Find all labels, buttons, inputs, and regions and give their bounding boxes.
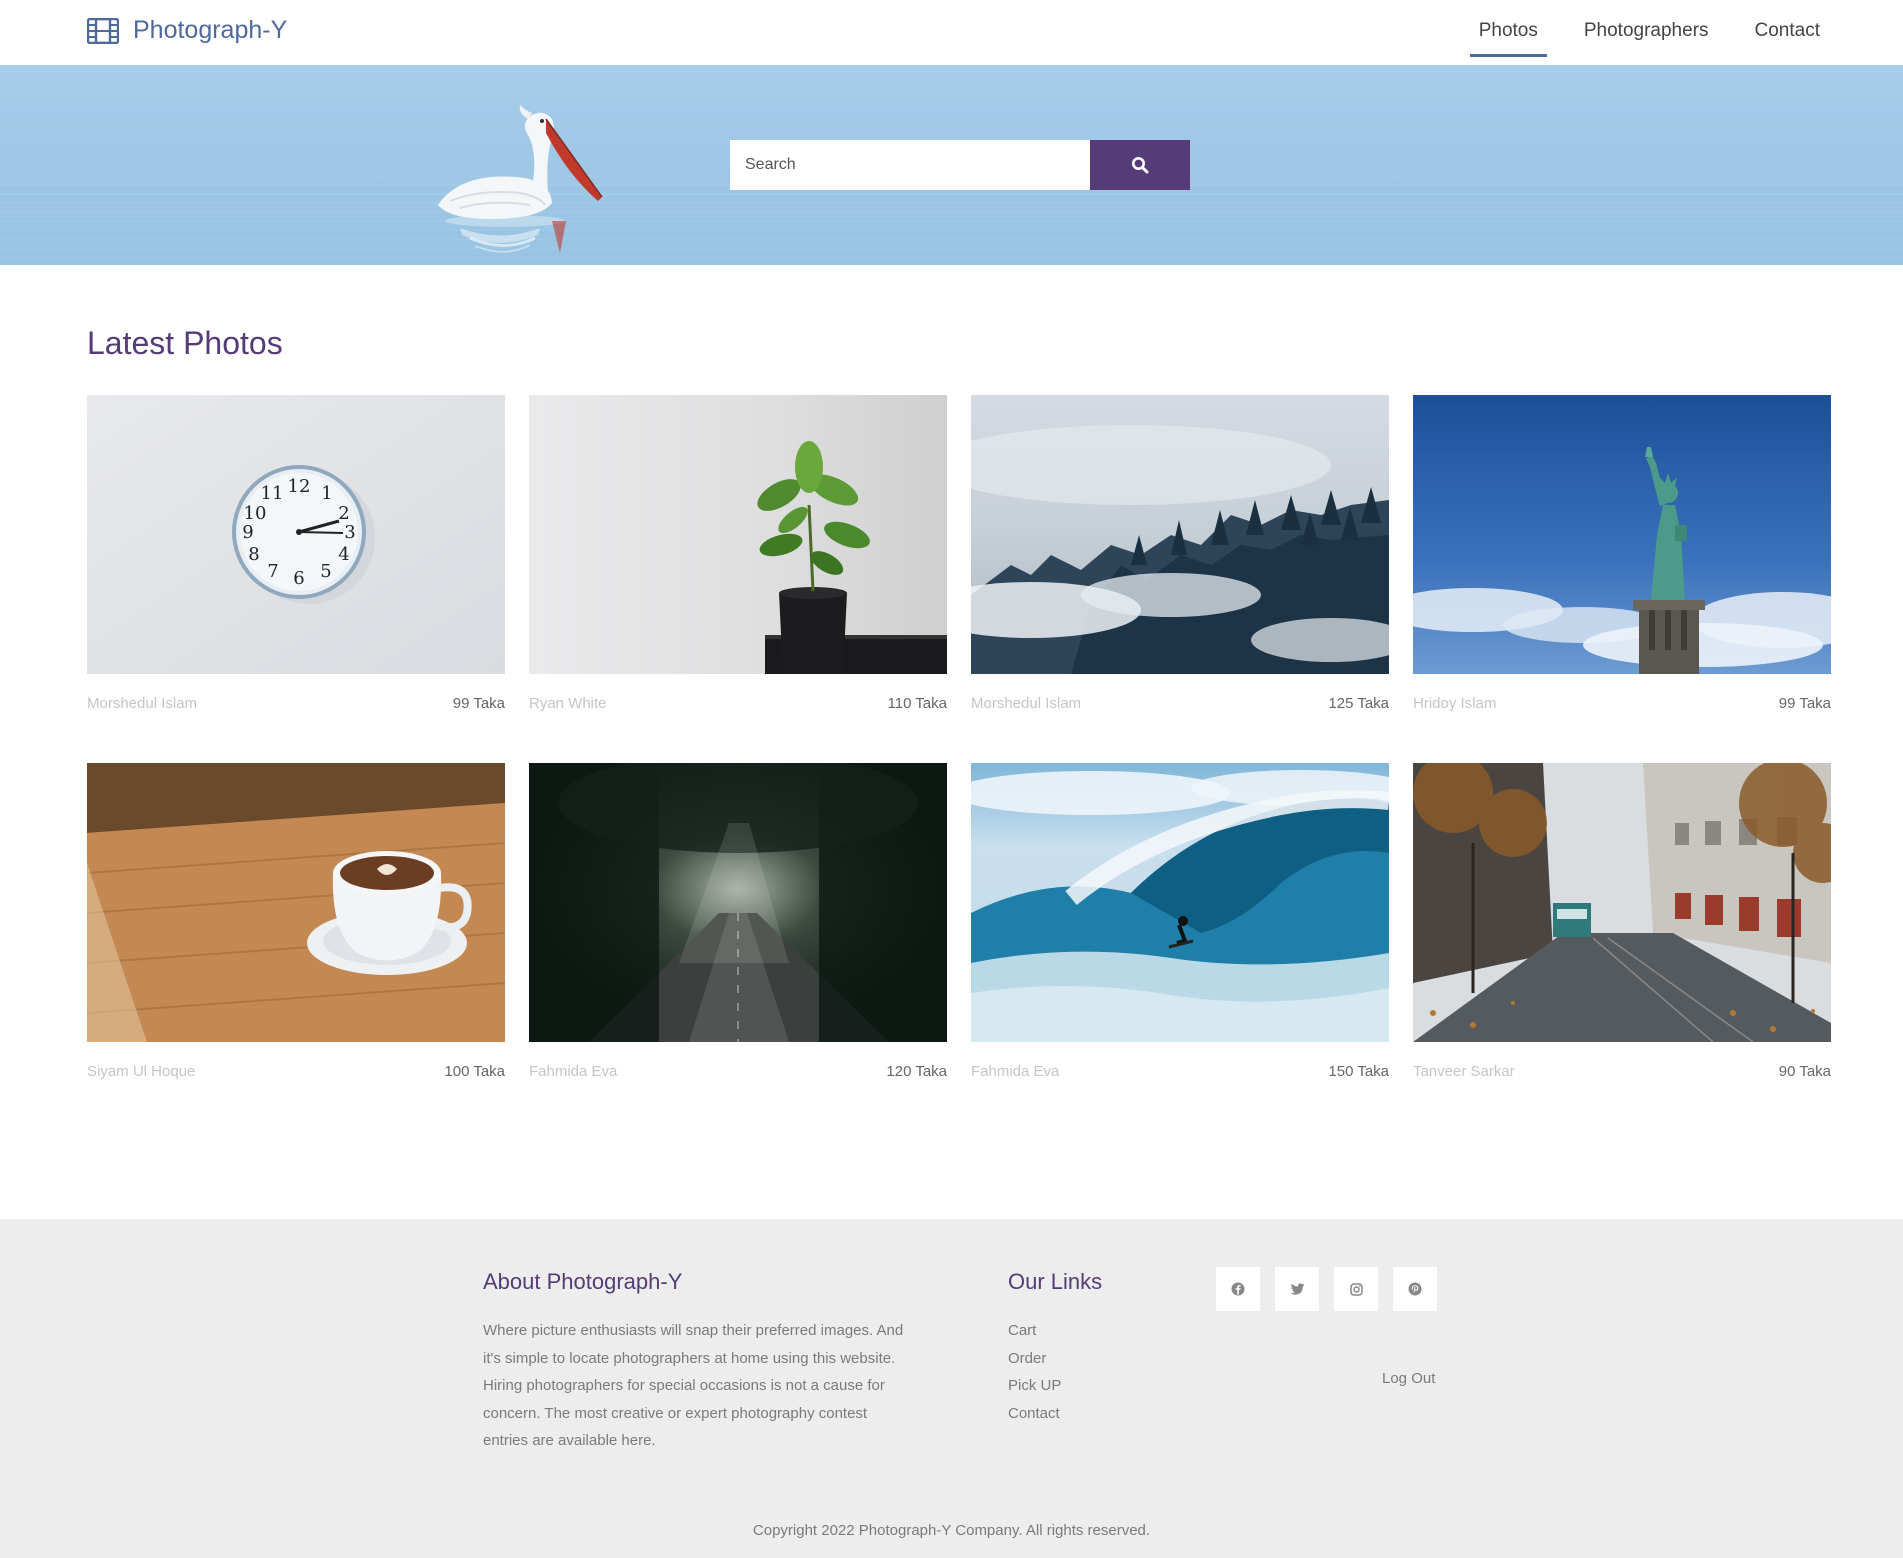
photo-meta: Ryan White 110 Taka	[529, 695, 947, 712]
photo-card[interactable]: Morshedul Islam 125 Taka	[971, 395, 1389, 763]
photo-author[interactable]: Fahmida Eva	[971, 1063, 1059, 1080]
brand-name: Photograph-Y	[133, 16, 288, 44]
photo-card[interactable]: Hridoy Islam 99 Taka	[1413, 395, 1831, 763]
photo-card[interactable]: 12 1 2 345 678 9 10 11 Morshedul Islam 99 Ta…	[87, 395, 505, 763]
svg-text:1: 1	[321, 483, 332, 504]
photo-author[interactable]: Ryan White	[529, 695, 607, 712]
photo-forest-mist[interactable]	[971, 395, 1389, 674]
svg-text:11: 11	[261, 483, 284, 504]
photo-forest-road[interactable]	[529, 763, 947, 1042]
pinterest-icon	[1408, 1282, 1422, 1296]
nav-photographers[interactable]: Photographers	[1561, 0, 1732, 65]
copyright: Copyright 2022 Photograph-Y Company. All…	[752, 1522, 1151, 1539]
facebook-icon	[1231, 1282, 1245, 1296]
svg-text:3: 3	[344, 522, 355, 543]
svg-text:4: 4	[338, 544, 349, 565]
about-text: Where picture enthusiasts will snap thei…	[483, 1322, 904, 1449]
nav-contact[interactable]: Contact	[1732, 0, 1843, 65]
brand-logo[interactable]: Photograph-Y	[87, 16, 287, 45]
svg-text:6: 6	[293, 568, 304, 589]
svg-text:10: 10	[244, 503, 267, 524]
photo-card[interactable]: Fahmida Eva 120 Taka	[529, 763, 947, 1131]
nav-photos[interactable]: Photos	[1456, 0, 1561, 65]
svg-text:9: 9	[242, 522, 253, 543]
instagram-button[interactable]	[1334, 1267, 1378, 1311]
photo-meta: Tanveer Sarkar 90 Taka	[1413, 1063, 1831, 1080]
photo-clock[interactable]: 12 1 2 345 678 9 10 11	[87, 395, 505, 674]
link-pickup[interactable]: Pick UP	[1008, 1377, 1061, 1394]
photo-coffee[interactable]	[87, 763, 505, 1042]
search-form	[730, 140, 1190, 190]
photo-author[interactable]: Morshedul Islam	[971, 695, 1081, 712]
link-contact[interactable]: Contact	[1008, 1405, 1060, 1422]
link-order[interactable]: Order	[1008, 1350, 1046, 1367]
svg-text:8: 8	[248, 544, 259, 565]
search-button[interactable]	[1090, 140, 1190, 190]
svg-text:7: 7	[267, 561, 278, 582]
photo-card[interactable]: Siyam Ul Hoque 100 Taka	[87, 763, 505, 1131]
photo-meta: Fahmida Eva 150 Taka	[971, 1063, 1389, 1080]
photo-card[interactable]: Fahmida Eva 150 Taka	[971, 763, 1389, 1131]
photo-meta: Hridoy Islam 99 Taka	[1413, 695, 1831, 712]
hero-banner	[0, 65, 1903, 265]
photo-price: 150 Taka	[1328, 1063, 1389, 1080]
photo-meta: Fahmida Eva 120 Taka	[529, 1063, 947, 1080]
photo-plant[interactable]	[529, 395, 947, 674]
photo-author[interactable]: Hridoy Islam	[1413, 695, 1496, 712]
photo-price: 120 Taka	[886, 1063, 947, 1080]
photo-price: 110 Taka	[887, 695, 948, 712]
section-title: Latest Photos	[87, 325, 283, 361]
footer-links: Our Links Cart Order Pick UP Contact	[1008, 1269, 1102, 1427]
photo-price: 90 Taka	[1778, 1063, 1831, 1080]
photo-tram-street[interactable]	[1413, 763, 1831, 1042]
photo-surf-wave[interactable]	[971, 763, 1389, 1042]
photo-statue[interactable]	[1413, 395, 1831, 674]
photo-meta: Morshedul Islam 99 Taka	[87, 695, 505, 712]
svg-text:2: 2	[338, 503, 349, 524]
photo-price: 99 Taka	[1778, 695, 1831, 712]
pelican-image	[438, 105, 603, 253]
svg-text:5: 5	[320, 561, 331, 582]
footer: About Photograph-Y Where picture enthusi…	[0, 1219, 1903, 1558]
facebook-button[interactable]	[1216, 1267, 1260, 1311]
about-title: About Photograph-Y	[483, 1269, 683, 1294]
photo-card[interactable]: Tanveer Sarkar 90 Taka	[1413, 763, 1831, 1131]
instagram-icon	[1349, 1282, 1363, 1296]
links-title: Our Links	[1008, 1269, 1103, 1294]
photo-price: 125 Taka	[1328, 695, 1389, 712]
link-cart[interactable]: Cart	[1008, 1322, 1036, 1339]
svg-text:12: 12	[288, 476, 311, 497]
footer-about: About Photograph-Y Where picture enthusi…	[483, 1269, 913, 1455]
photo-meta: Morshedul Islam 125 Taka	[971, 695, 1389, 712]
search-icon	[1132, 157, 1149, 174]
photo-price: 100 Taka	[444, 1063, 505, 1080]
pinterest-button[interactable]	[1393, 1267, 1437, 1311]
links-list: Cart Order Pick UP Contact	[1008, 1317, 1102, 1427]
search-input[interactable]	[730, 140, 1090, 190]
twitter-button[interactable]	[1275, 1267, 1319, 1311]
photo-author[interactable]: Siyam Ul Hoque	[87, 1063, 195, 1080]
photo-author[interactable]: Fahmida Eva	[529, 1063, 617, 1080]
photo-card[interactable]: Ryan White 110 Taka	[529, 395, 947, 763]
photo-meta: Siyam Ul Hoque 100 Taka	[87, 1063, 505, 1080]
navbar: Photograph-Y Photos Photographers Contac…	[0, 0, 1903, 65]
logout-link[interactable]: Log Out	[1382, 1370, 1435, 1387]
twitter-icon	[1289, 1282, 1304, 1295]
photo-price: 99 Taka	[452, 695, 505, 712]
social-links	[1216, 1267, 1437, 1311]
film-icon	[87, 17, 119, 44]
main-nav: Photos Photographers Contact	[1456, 0, 1843, 65]
photo-author[interactable]: Morshedul Islam	[87, 695, 197, 712]
photo-grid: 12 1 2 345 678 9 10 11 Morshedul Islam 99 Ta…	[87, 395, 1833, 1131]
photo-author[interactable]: Tanveer Sarkar	[1413, 1063, 1515, 1080]
